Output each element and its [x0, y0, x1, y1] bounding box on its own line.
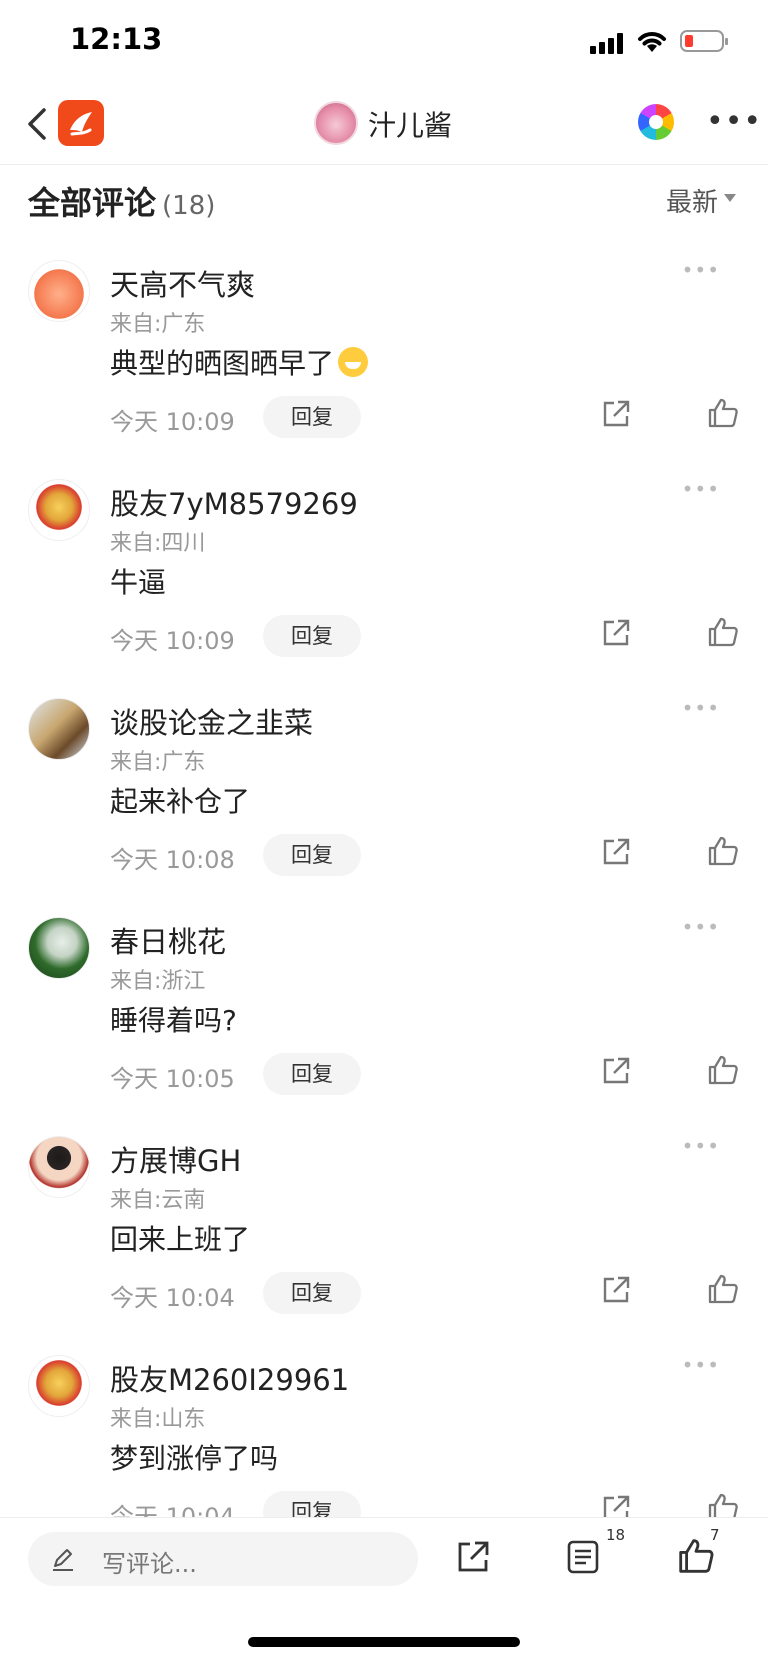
more-options-icon[interactable]: ••• — [682, 1134, 720, 1158]
caret-down-icon[interactable] — [724, 194, 736, 202]
battery-icon — [680, 30, 728, 52]
reply-button[interactable]: 回复 — [263, 1272, 361, 1314]
more-options-icon[interactable]: ••• — [682, 696, 720, 720]
avatar[interactable] — [28, 260, 90, 322]
share-icon[interactable] — [600, 617, 632, 649]
comment-time: 今天 10:09 — [110, 627, 235, 655]
thumbs-up-icon[interactable] — [706, 615, 740, 649]
avatar[interactable] — [28, 1136, 90, 1198]
comment-location: 来自:四川 — [110, 531, 206, 556]
comment-placeholder: 写评论... — [102, 1550, 197, 1578]
comment-author[interactable]: 方展博GH — [110, 1138, 241, 1180]
comment-item: 方展博GH 来自:云南 回来上班了 ••• 今天 10:04 回复 — [0, 1116, 768, 1335]
comment-location: 来自:浙江 — [110, 969, 206, 994]
reply-button[interactable]: 回复 — [263, 1053, 361, 1095]
author-avatar[interactable] — [314, 101, 358, 145]
comments-title: 全部评论 — [28, 184, 157, 222]
comment-input[interactable]: 写评论... — [28, 1532, 418, 1586]
more-options-icon[interactable]: ••• — [682, 477, 720, 501]
comment-text: 梦到涨停了吗 — [110, 1442, 279, 1475]
comments-header: 全部评论 (18) — [28, 178, 215, 224]
thumbs-up-icon[interactable] — [706, 834, 740, 868]
comment-text: 回来上班了 — [110, 1223, 251, 1256]
comment-time: 今天 10:08 — [110, 846, 235, 874]
share-icon[interactable] — [600, 1055, 632, 1087]
comment-time: 今天 10:04 — [110, 1284, 235, 1312]
comment-time: 今天 10:04 — [110, 1503, 235, 1517]
comment-author[interactable]: 天高不气爽 — [110, 262, 255, 304]
comment-item: 股友M260I29961 来自:山东 梦到涨停了吗 ••• 今天 10:04 回… — [0, 1335, 768, 1517]
comment-location: 来自:云南 — [110, 1188, 206, 1213]
comment-author[interactable]: 春日桃花 — [110, 919, 226, 961]
comment-author[interactable]: 谈股论金之韭菜 — [110, 700, 313, 742]
comment-time: 今天 10:05 — [110, 1065, 235, 1093]
reply-button[interactable]: 回复 — [263, 615, 361, 657]
avatar[interactable] — [28, 1355, 90, 1417]
more-options-icon[interactable]: ••• — [682, 915, 720, 939]
avatar[interactable] — [28, 698, 90, 760]
thumbs-up-icon[interactable] — [706, 396, 740, 430]
share-icon[interactable] — [600, 1274, 632, 1306]
app-logo-icon[interactable] — [58, 100, 104, 146]
status-time: 12:13 — [70, 22, 163, 56]
comment-item: 春日桃花 来自:浙江 睡得着吗? ••• 今天 10:05 回复 — [0, 897, 768, 1116]
more-options-icon[interactable]: ••• — [682, 258, 720, 282]
share-icon[interactable] — [600, 398, 632, 430]
share-icon[interactable] — [600, 1493, 632, 1517]
share-icon[interactable] — [454, 1538, 492, 1576]
avatar[interactable] — [28, 479, 90, 541]
thumbs-up-icon[interactable] — [706, 1053, 740, 1087]
sort-dropdown[interactable]: 最新 — [666, 182, 718, 219]
comment-location: 来自:广东 — [110, 312, 206, 337]
pencil-icon — [53, 1549, 73, 1571]
avatar[interactable] — [28, 917, 90, 979]
signal-icon — [590, 32, 626, 54]
comments-count-badge: 18 — [606, 1526, 626, 1544]
comment-text: 牛逼 — [110, 566, 167, 599]
comment-item: 股友7yM8579269 来自:四川 牛逼 ••• 今天 10:09 回复 — [0, 459, 768, 678]
grinning-face-emoji — [338, 347, 369, 377]
comment-text: 典型的晒图晒早了 — [110, 342, 369, 382]
comment-location: 来自:广东 — [110, 750, 206, 775]
reply-button[interactable]: 回复 — [263, 834, 361, 876]
reply-button[interactable]: 回复 — [263, 1491, 361, 1517]
status-bar: 12:13 — [0, 0, 768, 84]
more-icon[interactable]: ••• — [706, 104, 762, 139]
comment-list: 天高不气爽 来自:广东 典型的晒图晒早了 ••• 今天 10:09 回复 股友7… — [0, 240, 768, 1517]
comments-count: (18) — [162, 191, 216, 221]
comment-item: 天高不气爽 来自:广东 典型的晒图晒早了 ••• 今天 10:09 回复 — [0, 240, 768, 459]
comments-list-icon[interactable] — [564, 1538, 602, 1576]
chevron-left-icon[interactable] — [22, 104, 52, 144]
nav-bar: 汁儿酱 ••• — [0, 84, 768, 165]
reply-button[interactable]: 回复 — [263, 396, 361, 438]
comment-item: 谈股论金之韭菜 来自:广东 起来补仓了 ••• 今天 10:08 回复 — [0, 678, 768, 897]
home-indicator[interactable] — [248, 1637, 520, 1647]
comment-author[interactable]: 股友M260I29961 — [110, 1357, 349, 1399]
comment-text: 起来补仓了 — [110, 785, 251, 818]
bottom-bar: 写评论... 18 7 — [0, 1517, 768, 1664]
thumbs-up-icon[interactable] — [706, 1272, 740, 1306]
comment-text: 睡得着吗? — [110, 1004, 237, 1037]
color-wheel-icon[interactable] — [638, 104, 674, 140]
likes-count-badge: 7 — [710, 1526, 720, 1544]
comment-location: 来自:山东 — [110, 1407, 206, 1432]
share-icon[interactable] — [600, 836, 632, 868]
more-options-icon[interactable]: ••• — [682, 1353, 720, 1377]
thumbs-up-icon[interactable] — [706, 1491, 740, 1517]
comment-time: 今天 10:09 — [110, 408, 235, 436]
page-title[interactable]: 汁儿酱 — [368, 104, 452, 144]
comment-author[interactable]: 股友7yM8579269 — [110, 481, 358, 523]
wifi-icon — [638, 32, 666, 52]
